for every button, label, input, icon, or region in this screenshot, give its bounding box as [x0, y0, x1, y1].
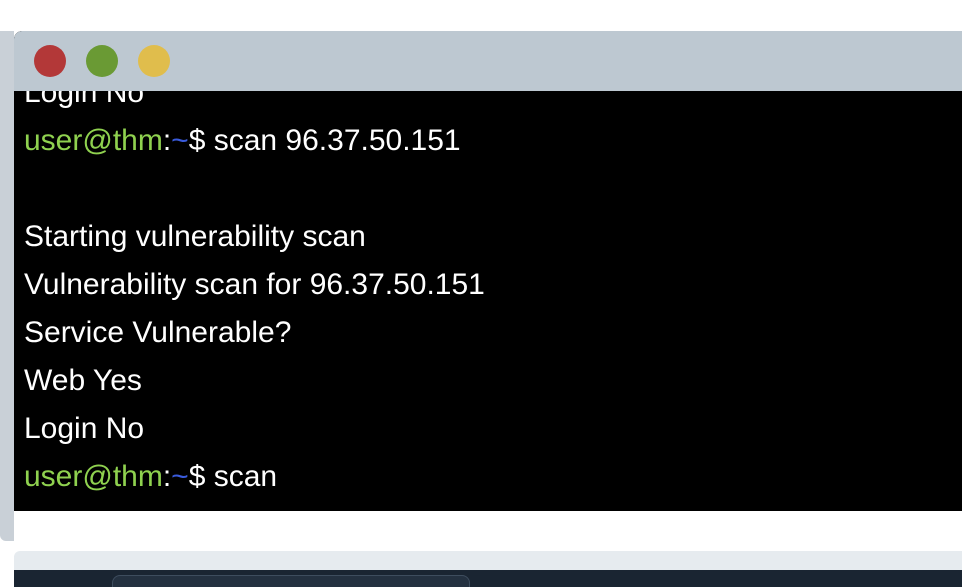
prompt-path: ~	[171, 124, 189, 157]
page: Login No user@thm:~$ scan 96.37.50.151 S…	[0, 0, 962, 587]
output-line: Vulnerability scan for 96.37.50.151	[24, 268, 485, 301]
output-line: Service Vulnerable?	[24, 316, 292, 349]
output-line: Login No	[24, 412, 145, 445]
next-window-tab[interactable]	[112, 575, 470, 587]
left-edge-panel	[0, 31, 14, 541]
prompt-separator: :	[162, 460, 172, 493]
output-line: Web Yes	[24, 364, 142, 397]
terminal-window: Login No user@thm:~$ scan 96.37.50.151 S…	[14, 31, 962, 511]
zoom-window-button[interactable]	[138, 45, 170, 77]
output-line: Login No	[24, 91, 145, 109]
output-line: Starting vulnerability scan	[24, 220, 366, 253]
terminal-output[interactable]: Login No user@thm:~$ scan 96.37.50.151 S…	[14, 91, 962, 511]
close-window-button[interactable]	[34, 45, 66, 77]
prompt-path: ~	[171, 460, 189, 493]
prompt-symbol: $	[188, 124, 206, 157]
prompt-command: scan	[205, 460, 278, 493]
prompt-symbol: $	[188, 460, 206, 493]
prompt-line: user@thm:~$ scan	[24, 453, 485, 501]
terminal-titlebar	[14, 31, 962, 91]
minimize-window-button[interactable]	[86, 45, 118, 77]
prompt-user: user@thm	[24, 460, 163, 493]
prompt-line: user@thm:~$ scan 96.37.50.151	[24, 117, 485, 165]
terminal-lines: Login No user@thm:~$ scan 96.37.50.151 S…	[24, 91, 485, 501]
prompt-separator: :	[162, 124, 172, 157]
prompt-user: user@thm	[24, 124, 163, 157]
prompt-command: scan 96.37.50.151	[205, 124, 461, 157]
